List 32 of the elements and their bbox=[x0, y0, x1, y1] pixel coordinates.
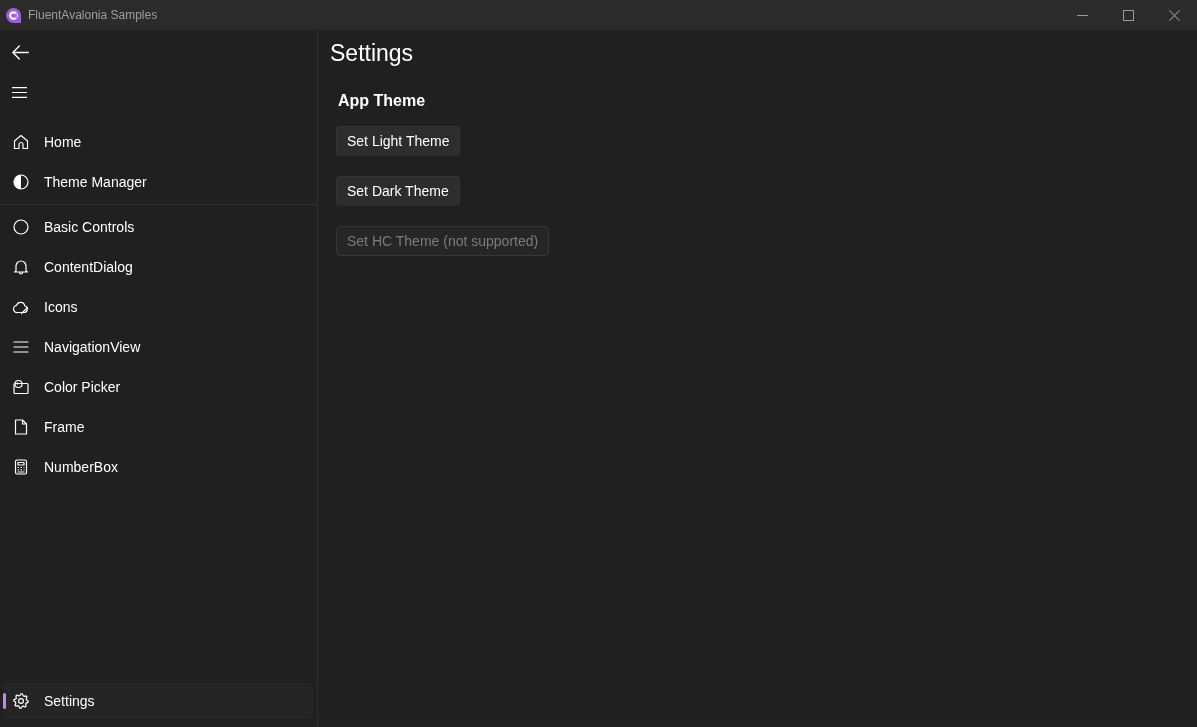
bell-icon bbox=[13, 259, 29, 275]
minimize-icon bbox=[1076, 14, 1088, 16]
nav-item[interactable]: ContentDialog bbox=[3, 249, 313, 285]
list-icon bbox=[13, 339, 29, 355]
cloud-icon bbox=[13, 299, 29, 315]
back-arrow-icon bbox=[12, 44, 29, 60]
contrast-icon bbox=[13, 174, 29, 190]
section-heading: App Theme bbox=[338, 91, 426, 111]
theme-button[interactable]: Set Dark Theme bbox=[336, 176, 460, 206]
palette-icon bbox=[13, 379, 29, 395]
nav-item[interactable]: Theme Manager bbox=[3, 164, 313, 200]
theme-button[interactable]: Set Light Theme bbox=[336, 126, 461, 156]
maximize-icon bbox=[1122, 9, 1134, 21]
nav-item[interactable]: Color Picker bbox=[3, 369, 313, 405]
nav-item[interactable]: NavigationView bbox=[3, 329, 313, 365]
circle-icon bbox=[13, 219, 29, 235]
menu-icon bbox=[12, 86, 27, 98]
nav-item[interactable]: Basic Controls bbox=[3, 209, 313, 245]
document-icon bbox=[13, 419, 29, 435]
nav-item[interactable]: Settings bbox=[3, 683, 313, 719]
nav-item[interactable]: Home bbox=[3, 124, 313, 160]
page-title: Settings bbox=[330, 39, 414, 68]
home-icon bbox=[13, 134, 29, 150]
nav-item[interactable]: NumberBox bbox=[3, 449, 313, 485]
nav-item[interactable]: Frame bbox=[3, 409, 313, 445]
close-icon bbox=[1168, 9, 1180, 21]
selection-indicator bbox=[3, 693, 6, 709]
calculator-icon bbox=[13, 459, 29, 475]
nav-item[interactable]: Icons bbox=[3, 289, 313, 325]
window-title: FluentAvalonia Samples bbox=[28, 8, 158, 22]
app-logo-icon bbox=[6, 7, 21, 23]
settings-icon bbox=[13, 693, 29, 709]
